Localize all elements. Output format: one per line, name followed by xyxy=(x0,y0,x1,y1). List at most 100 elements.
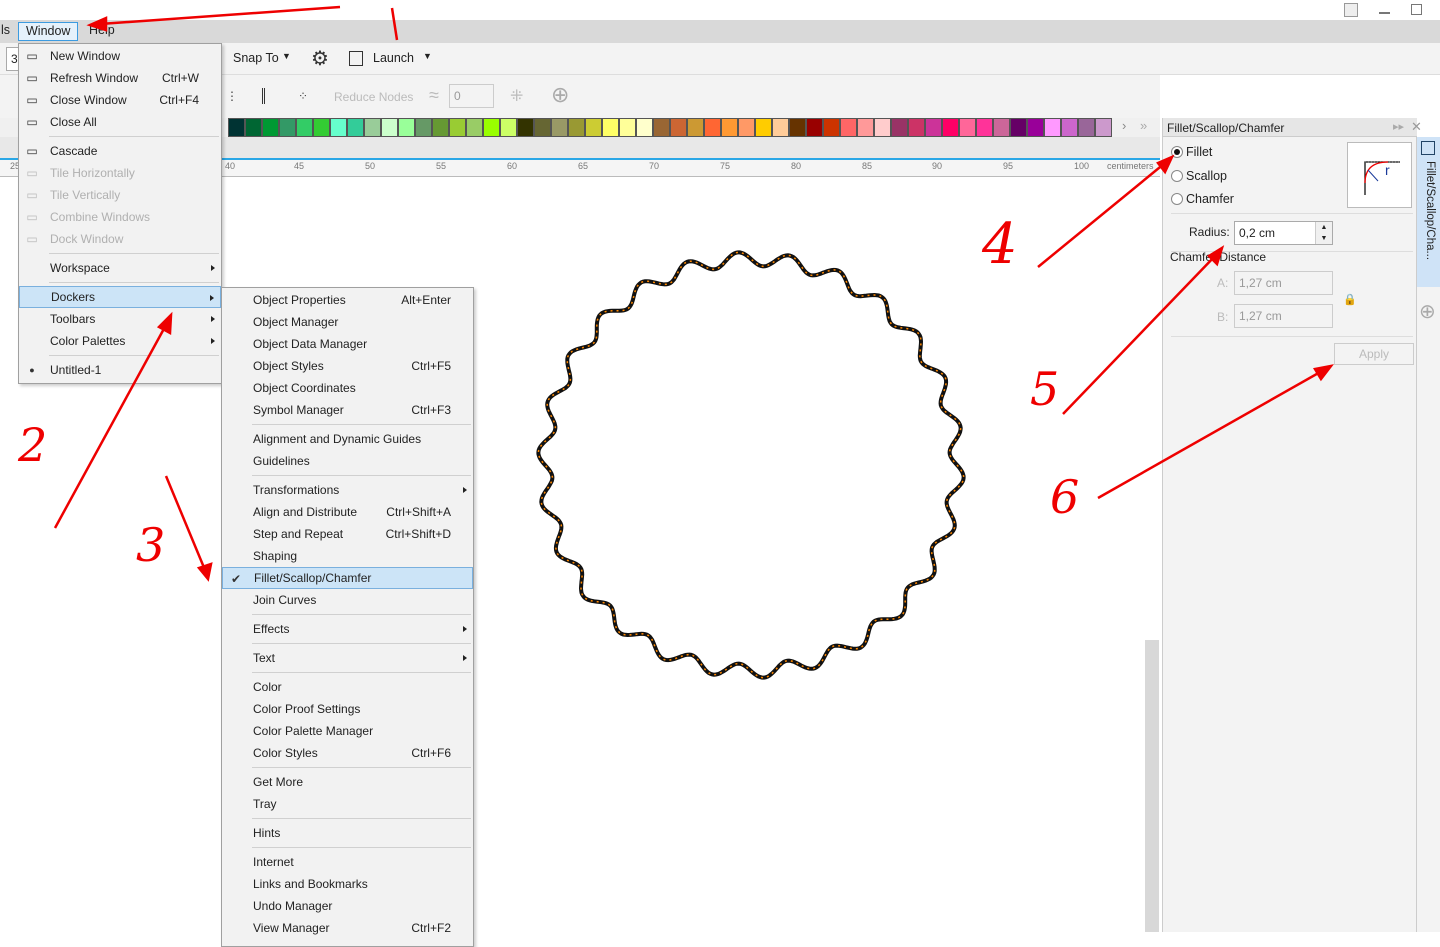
menu-item-internet[interactable]: Internet xyxy=(222,851,473,873)
color-swatch[interactable] xyxy=(483,118,500,137)
minimize-icon[interactable] xyxy=(1379,12,1390,14)
node-align-icon[interactable]: ⋮ xyxy=(226,89,238,103)
gear-icon[interactable]: ⚙ xyxy=(311,46,329,71)
vertical-scrollbar[interactable] xyxy=(1145,640,1159,932)
color-swatch[interactable] xyxy=(1078,118,1095,137)
color-swatch[interactable] xyxy=(619,118,636,137)
chamfer-label[interactable]: Chamfer xyxy=(1186,192,1234,206)
scalloped-circle-shape[interactable] xyxy=(536,250,966,680)
menu-item-tray[interactable]: Tray xyxy=(222,793,473,815)
menu-item-color-palettes[interactable]: Color Palettes xyxy=(19,330,221,352)
color-swatch[interactable] xyxy=(432,118,449,137)
color-swatch[interactable] xyxy=(415,118,432,137)
menu-item-dockers[interactable]: Dockers xyxy=(19,286,221,308)
menu-item-color-styles[interactable]: Color Styles Ctrl+F6 xyxy=(222,742,473,764)
radius-stepper[interactable]: ▲ ▼ xyxy=(1315,222,1332,244)
color-swatch[interactable] xyxy=(313,118,330,137)
color-swatch[interactable] xyxy=(959,118,976,137)
menu-item-close-all[interactable]: Close All ▭ xyxy=(19,111,221,133)
menu-item-undo-manager[interactable]: Undo Manager xyxy=(222,895,473,917)
menu-item-close-window[interactable]: Close Window Ctrl+F4 ▭ xyxy=(19,89,221,111)
menu-item-color-palette-manager[interactable]: Color Palette Manager xyxy=(222,720,473,742)
color-swatch[interactable] xyxy=(568,118,585,137)
color-swatch[interactable] xyxy=(449,118,466,137)
chamfer-radio[interactable] xyxy=(1171,193,1183,205)
chamfer-a-input[interactable]: 1,27 cm xyxy=(1234,271,1333,295)
color-swatch[interactable] xyxy=(279,118,296,137)
add-icon[interactable]: ⊕ xyxy=(551,82,569,108)
elastic-mode-icon[interactable]: ⁜ xyxy=(510,86,523,106)
menu-item-symbol-manager[interactable]: Symbol Manager Ctrl+F3 xyxy=(222,399,473,421)
color-swatch[interactable] xyxy=(925,118,942,137)
color-swatch[interactable] xyxy=(347,118,364,137)
apply-button[interactable]: Apply xyxy=(1334,343,1414,365)
menu-item-text[interactable]: Text xyxy=(222,647,473,669)
node-distribute-icon[interactable] xyxy=(262,88,270,104)
fillet-radio[interactable] xyxy=(1171,146,1183,158)
color-swatch[interactable] xyxy=(653,118,670,137)
color-swatch[interactable] xyxy=(772,118,789,137)
scallop-radio[interactable] xyxy=(1171,170,1183,182)
color-swatch[interactable] xyxy=(381,118,398,137)
menu-item-object-manager[interactable]: Object Manager xyxy=(222,311,473,333)
color-swatch[interactable] xyxy=(687,118,704,137)
menu-tools[interactable]: ls xyxy=(0,22,17,41)
color-swatch[interactable] xyxy=(330,118,347,137)
launch-icon[interactable] xyxy=(349,51,363,66)
menu-item-new-window[interactable]: New Window ▭ xyxy=(19,45,221,67)
close-icon[interactable]: ✕ xyxy=(1411,119,1422,135)
color-swatch[interactable] xyxy=(585,118,602,137)
menu-help[interactable]: Help xyxy=(82,22,122,41)
menu-item-object-coordinates[interactable]: Object Coordinates xyxy=(222,377,473,399)
select-nodes-icon[interactable]: ⁘ xyxy=(298,89,308,103)
color-swatch[interactable] xyxy=(1044,118,1061,137)
menu-item-object-properties[interactable]: Object Properties Alt+Enter xyxy=(222,289,473,311)
menu-item-get-more[interactable]: Get More xyxy=(222,771,473,793)
color-swatch[interactable] xyxy=(602,118,619,137)
menu-item-align-and-distribute[interactable]: Align and Distribute Ctrl+Shift+A xyxy=(222,501,473,523)
menu-item-combine-windows[interactable]: Combine Windows ▭ xyxy=(19,206,221,228)
color-swatch[interactable] xyxy=(1027,118,1044,137)
menu-item-effects[interactable]: Effects xyxy=(222,618,473,640)
menu-item-dock-window[interactable]: Dock Window ▭ xyxy=(19,228,221,250)
menu-item-refresh-window[interactable]: Refresh Window Ctrl+W ▭ xyxy=(19,67,221,89)
color-swatch[interactable] xyxy=(755,118,772,137)
smoothness-field[interactable]: 0 xyxy=(449,84,494,108)
menu-item-toolbars[interactable]: Toolbars xyxy=(19,308,221,330)
menu-item-tile-horizontally[interactable]: Tile Horizontally ▭ xyxy=(19,162,221,184)
docker-tab-fillet[interactable]: Fillet/Scallop/Cha... xyxy=(1417,137,1440,287)
menu-item-view-manager[interactable]: View Manager Ctrl+F2 xyxy=(222,917,473,939)
color-swatch[interactable] xyxy=(891,118,908,137)
color-swatch[interactable] xyxy=(1095,118,1112,137)
color-swatch[interactable] xyxy=(245,118,262,137)
color-swatch[interactable] xyxy=(823,118,840,137)
lock-icon[interactable]: 🔒 xyxy=(1343,293,1357,306)
color-swatch[interactable] xyxy=(500,118,517,137)
menu-item-hints[interactable]: Hints xyxy=(222,822,473,844)
color-swatch[interactable] xyxy=(908,118,925,137)
menu-item-links-and-bookmarks[interactable]: Links and Bookmarks xyxy=(222,873,473,895)
chevron-down-icon[interactable]: ▼ xyxy=(282,51,291,61)
menu-item-transformations[interactable]: Transformations xyxy=(222,479,473,501)
color-swatch[interactable] xyxy=(976,118,993,137)
color-swatch[interactable] xyxy=(704,118,721,137)
restore-icon[interactable] xyxy=(1411,4,1422,15)
palette-expand-icon[interactable]: » xyxy=(1140,118,1147,133)
color-swatch[interactable] xyxy=(398,118,415,137)
add-docker-icon[interactable]: ⊕ xyxy=(1419,299,1436,324)
launch-button[interactable]: Launch xyxy=(373,51,414,65)
reduce-nodes-button[interactable]: Reduce Nodes xyxy=(334,90,413,104)
palette-scroll-right-icon[interactable]: › xyxy=(1122,118,1126,133)
color-swatch[interactable] xyxy=(1061,118,1078,137)
color-swatch[interactable] xyxy=(636,118,653,137)
scallop-label[interactable]: Scallop xyxy=(1186,169,1227,183)
color-swatch[interactable] xyxy=(296,118,313,137)
menu-item-color-proof-settings[interactable]: Color Proof Settings xyxy=(222,698,473,720)
menu-item-cascade[interactable]: Cascade ▭ xyxy=(19,140,221,162)
user-icon[interactable] xyxy=(1344,3,1358,17)
color-swatch[interactable] xyxy=(738,118,755,137)
menu-item-untitled-1[interactable]: Untitled-1 ● xyxy=(19,359,221,381)
menu-item-color[interactable]: Color xyxy=(222,676,473,698)
snap-to-button[interactable]: Snap To xyxy=(233,51,279,65)
chevron-down-icon[interactable]: ▼ xyxy=(423,51,432,61)
